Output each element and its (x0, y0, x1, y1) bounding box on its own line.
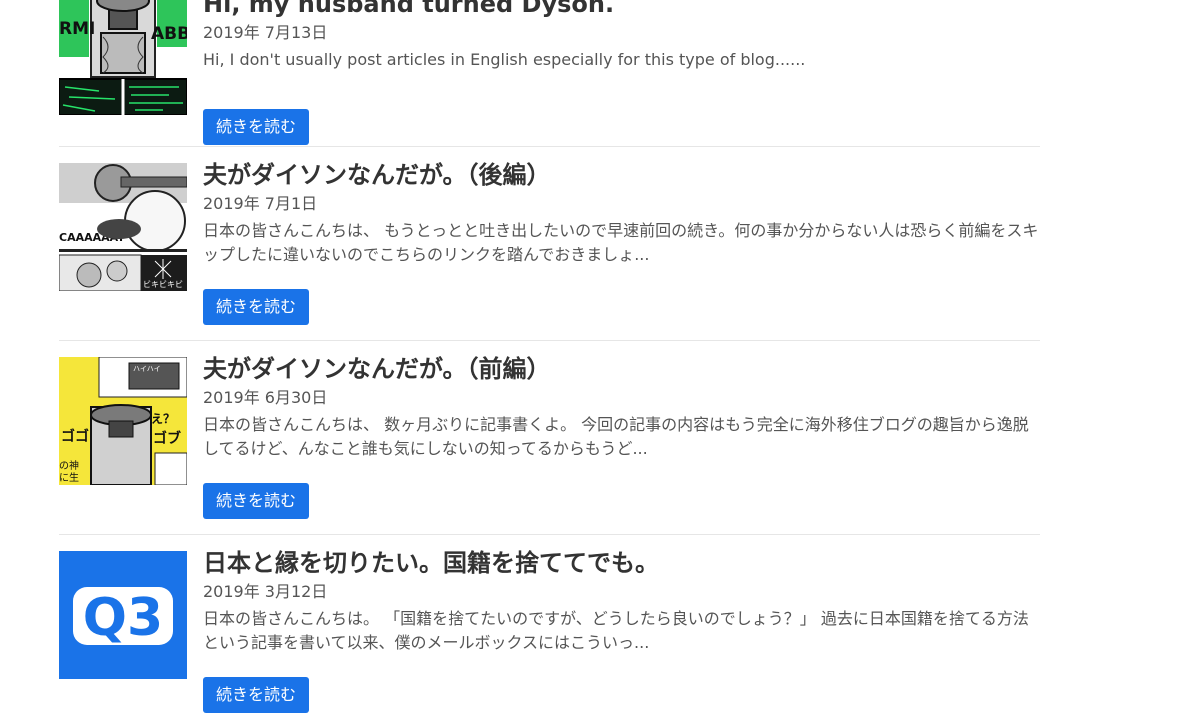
read-more-button[interactable]: 続きを読む (203, 483, 310, 519)
post-body: Hi, my husband turned Dyson. 2019年 7月13日… (203, 0, 1040, 145)
post-title[interactable]: 日本と縁を切りたい。国籍を捨ててでも。 (203, 548, 1040, 578)
post-thumbnail[interactable]: ハイハイ え？ ゴゴ ゴブ の神 に生 (59, 357, 187, 485)
post-title[interactable]: 夫がダイソンなんだが。（前編） (203, 354, 1040, 384)
q3-logo-icon: Q3 (59, 551, 187, 679)
svg-text:の神: の神 (59, 459, 79, 472)
post-title[interactable]: Hi, my husband turned Dyson. (203, 0, 1040, 19)
post-body: 夫がダイソンなんだが。（前編） 2019年 6月30日 日本の皆さんこんちは、 … (203, 354, 1040, 519)
read-more-button[interactable]: 続きを読む (203, 289, 310, 325)
post-title[interactable]: 夫がダイソンなんだが。（後編） (203, 160, 1040, 190)
svg-text:RMI: RMI (59, 19, 95, 39)
svg-text:Q3: Q3 (83, 588, 163, 648)
post-date: 2019年 7月13日 (203, 23, 328, 42)
svg-text:に生: に生 (59, 471, 79, 484)
post-thumbnail[interactable]: CAAAAAAT ビキビキビ (59, 163, 187, 291)
svg-text:え？: え？ (151, 412, 175, 426)
read-more-button[interactable]: 続きを読む (203, 109, 310, 145)
post-date: 2019年 6月30日 (203, 388, 328, 407)
post-excerpt: 日本の皆さんこんちは、 もうとっとと吐き出したいので早速前回の続き。何の事か分か… (203, 221, 1039, 264)
read-more-button[interactable]: 続きを読む (203, 677, 310, 713)
svg-text:ABB: ABB (151, 24, 187, 44)
svg-text:ビキビキビ: ビキビキビ (143, 280, 183, 289)
post-excerpt: 日本の皆さんこんちは、 数ヶ月ぶりに記事書くよ。 今回の記事の内容はもう完全に海… (203, 415, 1029, 458)
post-item: RMI ABB Hi, my husband turned Dyson. 201… (59, 0, 1040, 147)
post-item: ハイハイ え？ ゴゴ ゴブ の神 に生 夫がダイソンなんだが。（前編） 2019… (59, 341, 1040, 535)
post-excerpt: 日本の皆さんこんちは。 「国籍を捨てたいのですが、どうしたら良いのでしょう？」 … (203, 609, 1029, 652)
post-excerpt: Hi, I don't usually post articles in Eng… (203, 50, 806, 69)
svg-text:ハイハイ: ハイハイ (133, 365, 161, 373)
svg-text:ゴゴ: ゴゴ (61, 428, 89, 445)
post-thumbnail[interactable]: RMI ABB (59, 0, 187, 115)
post-item: CAAAAAAT ビキビキビ 夫がダイソンなんだが。（後編） 2019年 7月1… (59, 147, 1040, 341)
svg-text:ゴブ: ゴブ (153, 430, 181, 447)
post-date: 2019年 3月12日 (203, 582, 328, 601)
post-item: Q3 日本と縁を切りたい。国籍を捨ててでも。 2019年 3月12日 日本の皆さ… (59, 535, 1040, 728)
post-date: 2019年 7月1日 (203, 194, 318, 213)
post-thumbnail[interactable]: Q3 (59, 551, 187, 679)
post-body: 夫がダイソンなんだが。（後編） 2019年 7月1日 日本の皆さんこんちは、 も… (203, 160, 1040, 325)
post-body: 日本と縁を切りたい。国籍を捨ててでも。 2019年 3月12日 日本の皆さんこん… (203, 548, 1040, 713)
